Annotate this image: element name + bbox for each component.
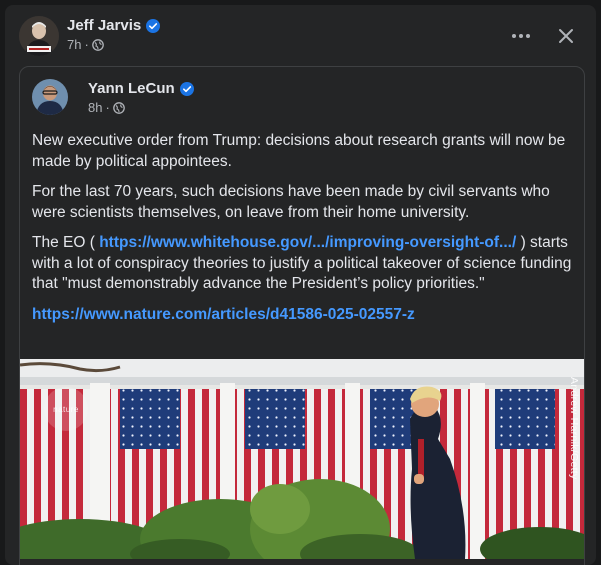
shared-post[interactable]: Yann LeCun 8h · New executive order from… — [19, 66, 585, 565]
meta-separator: · — [84, 37, 89, 52]
paragraph-3: The EO ( https://www.whitehouse.gov/.../… — [32, 233, 577, 295]
paragraph-2: For the last 70 years, such decisions ha… — [32, 183, 550, 221]
post-image[interactable]: nature Andrew Harnik/Getty — [20, 359, 584, 559]
paragraph-1: New executive order from Trump: decision… — [32, 132, 566, 170]
post-card: Jeff Jarvis 7h · Yann LeCun 8h · New exe… — [5, 5, 596, 565]
author-name[interactable]: Jeff Jarvis — [67, 17, 141, 34]
nature-article-link[interactable]: https://www.nature.com/articles/d41586-0… — [32, 306, 415, 323]
meta-separator: · — [105, 100, 110, 115]
more-options-button[interactable] — [510, 25, 532, 47]
verified-badge-icon — [146, 18, 161, 33]
whitehouse-link[interactable]: https://www.whitehouse.gov/.../improving… — [99, 234, 516, 251]
verified-badge-icon — [179, 81, 194, 96]
avatar[interactable] — [19, 16, 59, 56]
shared-post-body: New executive order from Trump: decision… — [32, 131, 577, 335]
header-actions — [510, 25, 576, 47]
shared-avatar[interactable] — [32, 79, 68, 115]
globe-icon[interactable] — [91, 38, 104, 51]
shared-author-name[interactable]: Yann LeCun — [88, 80, 175, 97]
shared-post-header: Yann LeCun 8h · — [32, 79, 194, 115]
more-horizontal-icon — [512, 34, 530, 38]
close-icon — [559, 29, 573, 43]
globe-icon[interactable] — [112, 101, 125, 114]
shared-post-time[interactable]: 8h — [88, 100, 102, 115]
photo-credit: Andrew Harnik/Getty — [568, 377, 580, 480]
paragraph-3-prefix: The EO ( — [32, 234, 100, 251]
post-time[interactable]: 7h — [67, 37, 81, 52]
nature-watermark: nature — [44, 387, 88, 431]
post-header: Jeff Jarvis 7h · — [19, 16, 161, 56]
close-button[interactable] — [556, 26, 576, 46]
